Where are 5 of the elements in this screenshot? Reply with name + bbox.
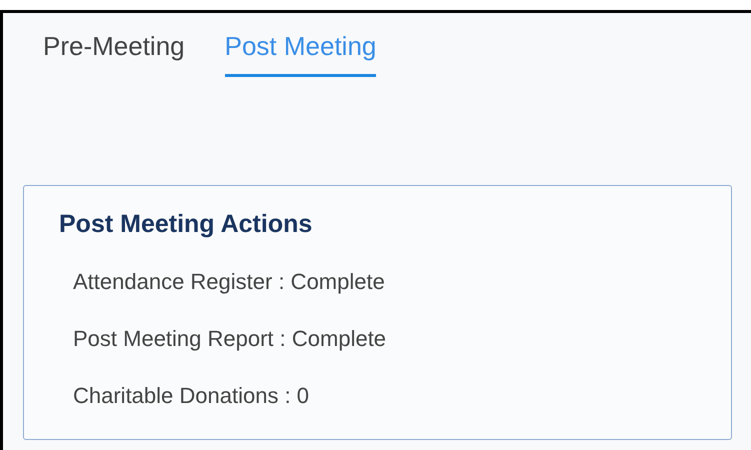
action-status: Charitable Donations : 0	[73, 383, 310, 410]
card-title: Post Meeting Actions	[59, 210, 314, 239]
action-status: Attendance Register : Complete	[73, 269, 386, 296]
tab[interactable]: Pre-Meeting	[43, 31, 185, 77]
action-status: Post Meeting Report : Complete	[73, 326, 388, 353]
